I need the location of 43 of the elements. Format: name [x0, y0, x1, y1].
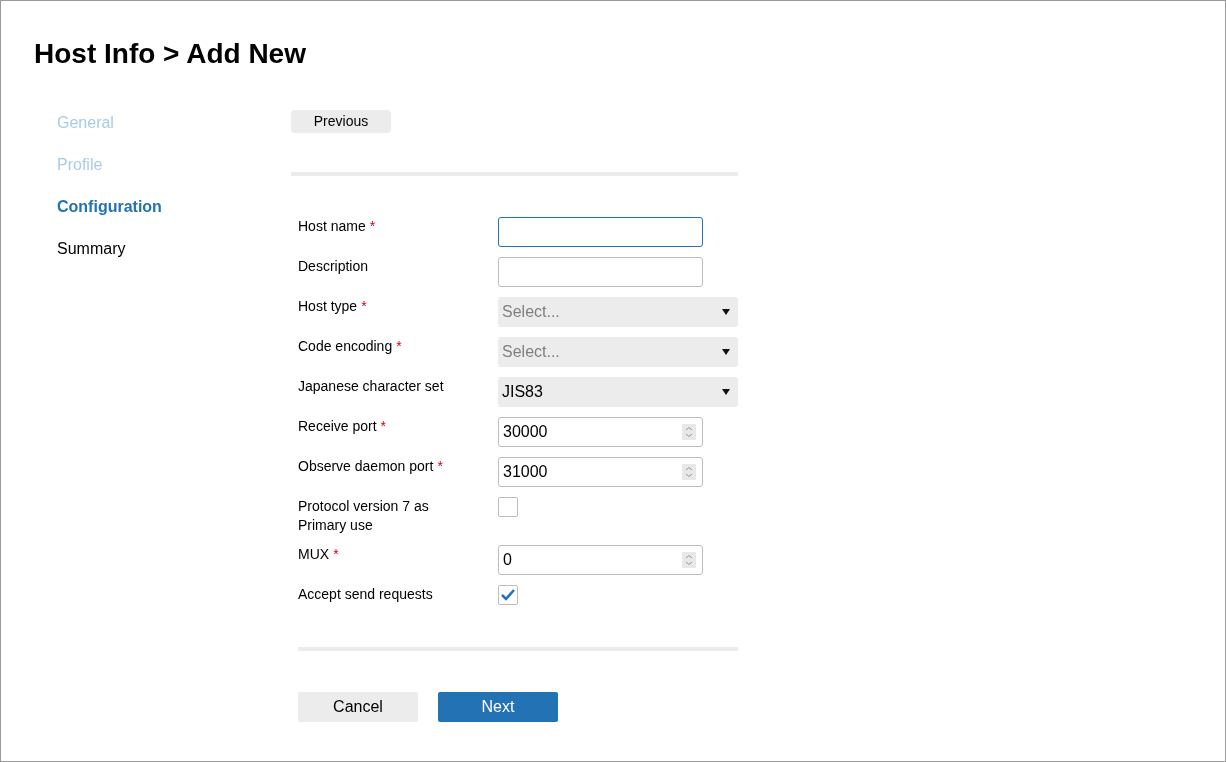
field-label: Receive port [298, 418, 377, 434]
wizard-step[interactable]: Summary [57, 238, 126, 260]
spinner-icon[interactable] [682, 464, 696, 480]
caret-icon [722, 349, 730, 355]
field-label: Japanese character set [298, 378, 444, 394]
spinner-icon[interactable] [682, 552, 696, 568]
required-mark: * [333, 546, 339, 562]
wizard-step[interactable]: Configuration [57, 196, 162, 218]
number-field[interactable]: 30000 [498, 417, 703, 447]
field-label: Protocol version 7 as Primary use [298, 498, 429, 533]
checkbox[interactable] [498, 497, 518, 517]
dropdown-placeholder: Select... [502, 342, 560, 362]
field-label: Host type [298, 298, 358, 314]
spinner-icon[interactable] [682, 424, 696, 440]
field-value: 0 [503, 550, 512, 570]
dropdown-value: JIS83 [502, 382, 543, 402]
text-field[interactable] [498, 257, 703, 287]
field-label: Accept send requests [298, 586, 433, 602]
field-label: Description [298, 258, 369, 274]
field-label: Observe daemon port [298, 458, 434, 474]
dropdown[interactable]: JIS83 [498, 377, 738, 407]
field-value: 30000 [503, 422, 548, 442]
required-mark: * [361, 298, 367, 314]
previous-button[interactable]: Previous [291, 110, 391, 133]
action-button[interactable]: Next [438, 692, 558, 722]
caret-icon [722, 309, 730, 315]
checkmark-icon [501, 589, 515, 601]
text-field[interactable] [498, 217, 703, 247]
number-field[interactable]: 0 [498, 545, 703, 575]
required-mark: * [380, 418, 387, 434]
page-title: Host Info > Add New [34, 37, 306, 71]
checkbox[interactable] [498, 585, 518, 605]
field-label: MUX [298, 546, 330, 562]
required-mark: * [369, 218, 376, 234]
field-label: Host name [298, 218, 366, 234]
field-label: Code encoding [298, 338, 393, 354]
field-value: 31000 [503, 462, 548, 482]
action-button[interactable]: Cancel [298, 692, 418, 722]
caret-icon [722, 389, 730, 395]
number-field[interactable]: 31000 [498, 457, 703, 487]
required-mark: * [437, 458, 443, 474]
required-mark: * [396, 338, 402, 354]
dropdown-placeholder: Select... [502, 302, 560, 322]
